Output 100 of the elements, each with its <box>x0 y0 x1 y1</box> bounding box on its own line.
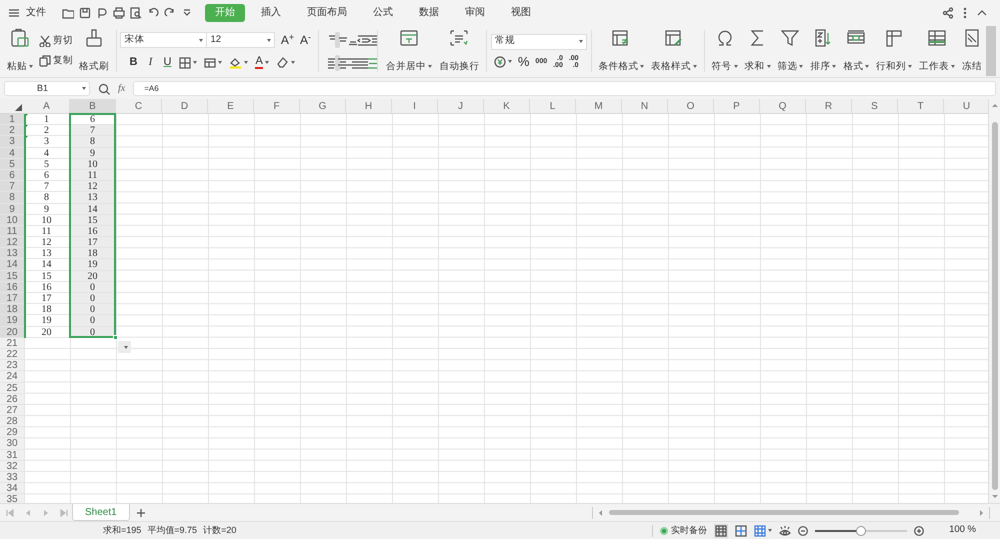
redo-icon[interactable] <box>164 6 176 18</box>
shrink-font-button[interactable]: A$^{-}$ <box>298 31 312 50</box>
column-header[interactable]: D <box>162 99 208 113</box>
row-header[interactable]: 24 <box>0 371 24 382</box>
formula-field[interactable]: =A6 <box>133 81 996 96</box>
normal-view-icon[interactable] <box>715 524 728 536</box>
font-color-button[interactable]: A <box>255 56 269 69</box>
ribbon-tab[interactable]: 插入 <box>251 4 291 22</box>
column-header[interactable]: I <box>392 99 438 113</box>
row-header[interactable]: 5 <box>0 158 24 170</box>
row-header[interactable]: 27 <box>0 404 24 416</box>
column-header[interactable]: E <box>208 99 254 113</box>
toolbar-button[interactable]: 冻结 <box>959 28 986 74</box>
row-header[interactable]: 1 <box>0 114 24 126</box>
name-box[interactable]: B1 <box>4 81 90 96</box>
share-icon[interactable] <box>942 6 954 18</box>
row-header[interactable]: 12 <box>0 237 24 248</box>
row-header[interactable]: 3 <box>0 136 24 148</box>
justify-icon[interactable] <box>357 56 370 68</box>
add-sheet-icon[interactable] <box>136 508 146 518</box>
column-header[interactable]: N <box>622 99 668 113</box>
row-header[interactable]: 4 <box>0 148 24 159</box>
column-header[interactable]: M <box>576 99 622 113</box>
cut-button[interactable]: 剪切 <box>39 34 73 48</box>
backup-button[interactable]: 实时备份 <box>660 524 708 538</box>
cell-style-icon[interactable] <box>204 56 216 68</box>
print-icon[interactable] <box>113 6 125 18</box>
right-align-icon[interactable] <box>347 56 360 68</box>
row-header[interactable]: 32 <box>0 460 24 472</box>
column-header[interactable]: O <box>668 99 714 113</box>
row-header[interactable]: 9 <box>0 204 24 215</box>
bold-button[interactable]: B <box>128 54 138 71</box>
zoom-slider-thumb[interactable] <box>856 526 866 536</box>
ribbon-tab[interactable]: 开始 <box>205 4 245 22</box>
scroll-right-icon[interactable] <box>979 508 985 516</box>
font-size-dropdown[interactable]: 12 <box>207 32 276 48</box>
column-header[interactable]: J <box>438 99 484 113</box>
copy-button[interactable]: 复制 <box>39 54 73 68</box>
toolbar-button[interactable]: 工作表 <box>916 28 958 74</box>
ribbon-tab[interactable]: 数据 <box>409 4 449 22</box>
more-icon[interactable] <box>962 6 968 18</box>
row-header[interactable]: 34 <box>0 483 24 494</box>
scrollbar-thumb[interactable] <box>609 510 959 515</box>
ribbon-tab[interactable]: 审阅 <box>455 4 495 22</box>
row-header[interactable]: 21 <box>0 338 24 349</box>
paste-button[interactable]: 粘贴 <box>4 28 36 74</box>
row-header[interactable]: 23 <box>0 360 24 372</box>
row-header[interactable]: 22 <box>0 348 24 360</box>
row-header[interactable]: 2 <box>0 125 24 136</box>
row-header[interactable]: 10 <box>0 214 24 226</box>
column-header[interactable]: C <box>116 99 162 113</box>
toolbar-button[interactable]: 合并居中 <box>383 28 436 74</box>
column-header[interactable]: T <box>898 99 944 113</box>
column-header[interactable]: F <box>254 99 300 113</box>
row-header[interactable]: 28 <box>0 416 24 428</box>
scroll-down-icon[interactable] <box>990 494 998 500</box>
eye-icon[interactable] <box>779 524 792 536</box>
vertical-scrollbar[interactable] <box>988 99 1000 503</box>
zoom-formula-icon[interactable] <box>98 82 110 94</box>
row-header[interactable]: 33 <box>0 472 24 484</box>
center-align-icon[interactable] <box>337 56 350 68</box>
outdent-icon[interactable] <box>357 34 370 46</box>
ribbon-tab[interactable]: 页面布局 <box>297 4 357 22</box>
scroll-up-icon[interactable] <box>990 102 998 108</box>
autofill-options-button[interactable] <box>118 341 131 353</box>
column-header[interactable]: L <box>530 99 576 113</box>
row-header[interactable]: 6 <box>0 170 24 182</box>
column-header[interactable]: K <box>484 99 530 113</box>
sheet-tab[interactable]: Sheet1 <box>72 504 130 521</box>
toolbar-button[interactable]: 行和列 <box>873 28 916 74</box>
row-header[interactable]: 31 <box>0 450 24 461</box>
row-header[interactable]: 13 <box>0 248 24 260</box>
row-header[interactable]: 11 <box>0 226 24 238</box>
indent-icon[interactable] <box>367 34 380 46</box>
row-header[interactable]: 19 <box>0 315 24 327</box>
column-header[interactable]: S <box>852 99 898 113</box>
percent-button[interactable]: % <box>518 55 530 68</box>
save-icon[interactable] <box>79 6 91 18</box>
scroll-left-icon[interactable] <box>597 508 603 516</box>
customize-caret-icon[interactable] <box>181 6 193 18</box>
row-header[interactable]: 26 <box>0 394 24 405</box>
fx-label[interactable]: fx <box>118 81 126 96</box>
row-header[interactable]: 14 <box>0 259 24 271</box>
preview-icon[interactable] <box>130 6 142 18</box>
row-header[interactable]: 16 <box>0 282 24 293</box>
row-header[interactable]: 17 <box>0 293 24 304</box>
row-header[interactable]: 29 <box>0 427 24 438</box>
toolbar-button[interactable]: 求和 <box>742 28 774 74</box>
column-header[interactable]: B <box>70 99 116 113</box>
row-header[interactable]: 7 <box>0 181 24 192</box>
row-header[interactable]: 18 <box>0 304 24 316</box>
distribute-icon[interactable] <box>367 56 380 68</box>
toolbar-button[interactable]: 筛选 <box>774 28 806 74</box>
toolbar-button[interactable]: 表格样式 <box>648 28 700 74</box>
currency-icon[interactable] <box>494 56 506 68</box>
fill-handle[interactable] <box>113 335 118 340</box>
eraser-icon[interactable] <box>276 56 289 69</box>
row-header[interactable]: 35 <box>0 494 24 503</box>
underline-button[interactable]: U <box>162 54 172 71</box>
zoom-in-icon[interactable] <box>914 526 924 536</box>
